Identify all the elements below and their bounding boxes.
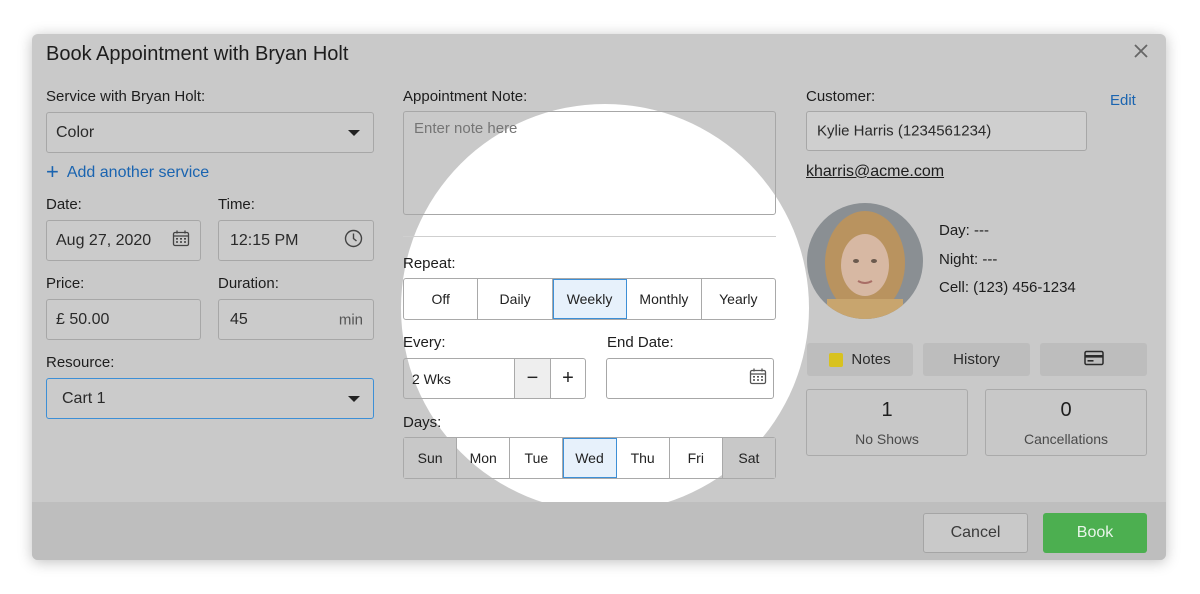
date-label: Date: <box>46 196 82 213</box>
days-label: Days: <box>403 414 442 431</box>
no-shows-count: 1 <box>881 399 893 421</box>
add-service-link[interactable]: + Add another service <box>46 159 209 185</box>
notes-tab[interactable]: Notes <box>807 343 913 376</box>
days-selector: Sun Mon Tue Wed Thu Fri Sat <box>403 437 776 479</box>
day-option-fri[interactable]: Fri <box>670 438 723 478</box>
close-icon[interactable] <box>1132 42 1150 60</box>
repeat-option-monthly[interactable]: Monthly <box>627 279 702 319</box>
time-value: 12:15 PM <box>230 231 299 249</box>
duration-label: Duration: <box>218 275 279 292</box>
sticky-note-icon <box>829 352 844 367</box>
end-date-label: End Date: <box>607 334 674 351</box>
day-option-mon[interactable]: Mon <box>457 438 511 478</box>
cancellations-count: 0 <box>1060 399 1072 421</box>
price-value: £ 50.00 <box>56 310 110 328</box>
every-label: Every: <box>403 334 446 351</box>
end-date-field[interactable] <box>606 358 774 399</box>
clock-icon[interactable] <box>344 229 363 253</box>
price-field[interactable]: £ 50.00 <box>46 299 201 340</box>
dialog-title: Book Appointment with Bryan Holt <box>46 43 349 65</box>
duration-unit: min <box>338 311 363 328</box>
repeat-option-weekly[interactable]: Weekly <box>552 279 628 319</box>
duration-field[interactable]: 45 min <box>218 299 374 340</box>
appointment-note-label: Appointment Note: <box>403 88 528 105</box>
every-value[interactable]: 2 Wks <box>404 359 515 398</box>
date-field[interactable]: Aug 27, 2020 <box>46 220 201 261</box>
divider <box>403 236 776 237</box>
cancel-button[interactable]: Cancel <box>923 513 1028 553</box>
day-option-sat[interactable]: Sat <box>722 438 775 478</box>
calendar-icon[interactable] <box>749 367 767 390</box>
cancellations-label: Cancellations <box>1023 431 1109 447</box>
chevron-down-icon <box>348 129 360 136</box>
repeat-option-yearly[interactable]: Yearly <box>702 279 775 319</box>
customer-label: Customer: <box>806 88 876 105</box>
every-stepper: 2 Wks − + <box>403 358 586 399</box>
repeat-selector: Off Daily Weekly Monthly Yearly <box>403 278 776 320</box>
edit-customer-link[interactable]: Edit <box>1110 92 1136 109</box>
customer-field[interactable]: Kylie Harris (1234561234) <box>806 111 1087 151</box>
resource-value: Cart 1 <box>62 389 106 407</box>
notes-tab-label: Notes <box>851 351 891 368</box>
price-label: Price: <box>46 275 85 292</box>
repeat-option-off[interactable]: Off <box>404 279 479 319</box>
customer-name: Kylie Harris (1234561234) <box>817 122 992 140</box>
avatar <box>807 203 923 319</box>
service-select[interactable]: Color <box>46 112 374 153</box>
day-option-sun[interactable]: Sun <box>404 438 458 478</box>
history-tab-label: History <box>953 351 1000 368</box>
book-appointment-dialog: Book Appointment with Bryan Holt Service… <box>32 34 1166 560</box>
credit-card-icon <box>1083 350 1104 370</box>
duration-value: 45 <box>230 310 248 328</box>
customer-cell-phone: Cell: (123) 456-1234 <box>939 279 1076 296</box>
no-shows-label: No Shows <box>855 431 919 447</box>
day-option-tue[interactable]: Tue <box>510 438 564 478</box>
date-value: Aug 27, 2020 <box>56 231 152 249</box>
no-shows-stat: 1 No Shows <box>806 389 968 456</box>
appointment-note-field[interactable] <box>403 111 776 215</box>
repeat-label: Repeat: <box>403 255 456 272</box>
calendar-icon[interactable] <box>172 229 190 252</box>
repeat-option-daily[interactable]: Daily <box>478 279 553 319</box>
customer-night-phone: Night: --- <box>939 251 998 268</box>
resource-label: Resource: <box>46 354 115 371</box>
time-field[interactable]: 12:15 PM <box>218 220 374 261</box>
service-label: Service with Bryan Holt: <box>46 88 206 105</box>
minus-icon[interactable]: − <box>515 359 551 398</box>
cancellations-stat: 0 Cancellations <box>985 389 1147 456</box>
day-option-wed[interactable]: Wed <box>563 438 617 478</box>
add-service-label: Add another service <box>66 164 210 181</box>
customer-email-link[interactable]: kharris@acme.com <box>806 163 944 181</box>
plus-icon[interactable]: + <box>551 359 585 398</box>
customer-day-phone: Day: --- <box>939 222 989 239</box>
payment-tab[interactable] <box>1040 343 1147 376</box>
service-value: Color <box>56 123 95 141</box>
book-button[interactable]: Book <box>1043 513 1147 553</box>
day-option-thu[interactable]: Thu <box>617 438 670 478</box>
resource-select[interactable]: Cart 1 <box>46 378 374 419</box>
plus-icon: + <box>46 159 59 184</box>
chevron-down-icon <box>348 395 360 402</box>
time-label: Time: <box>218 196 255 213</box>
history-tab[interactable]: History <box>923 343 1030 376</box>
